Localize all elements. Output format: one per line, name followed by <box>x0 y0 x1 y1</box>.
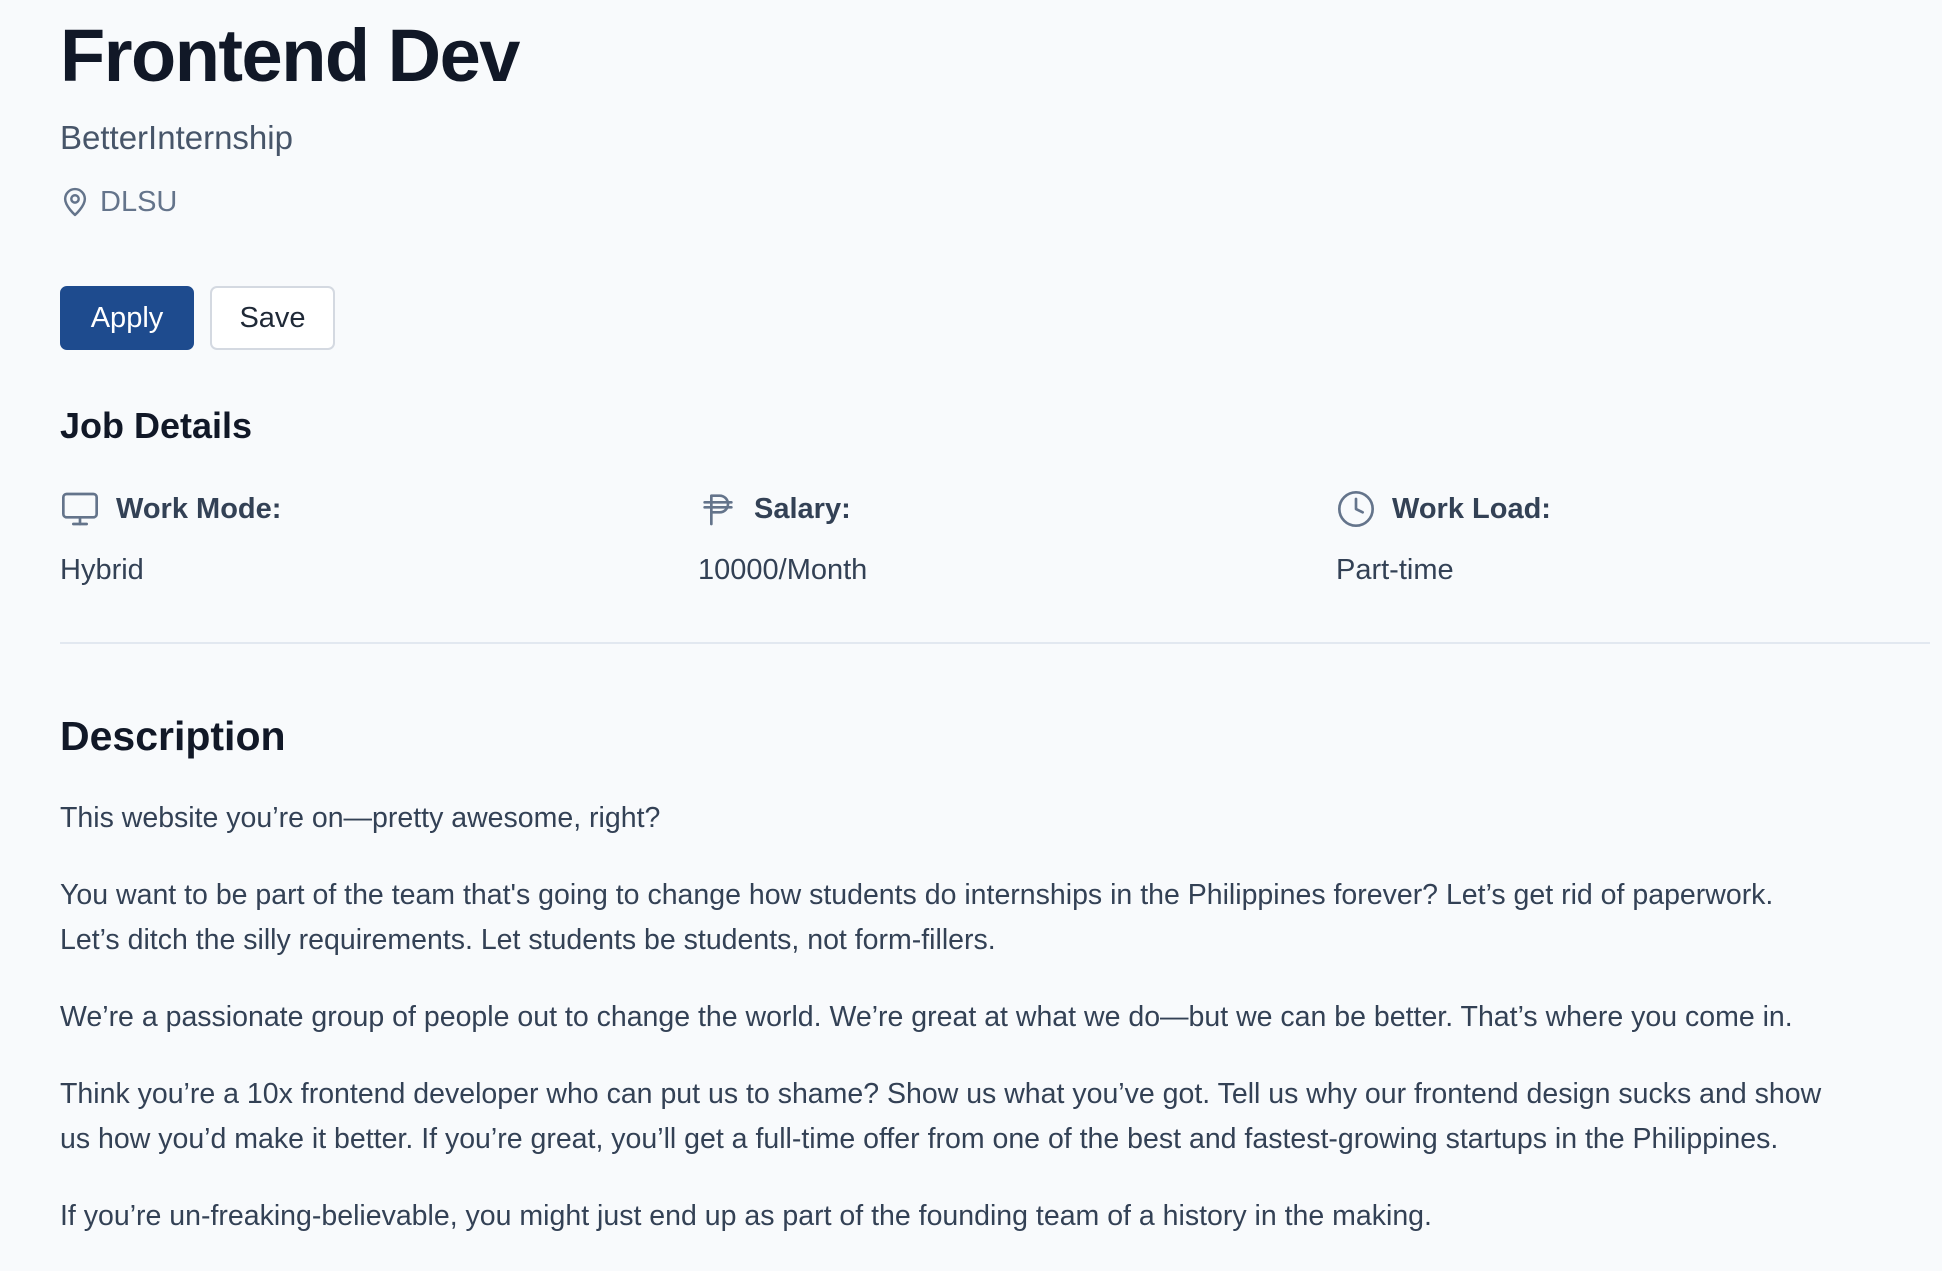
detail-salary: Salary: 10000/Month <box>698 484 1298 587</box>
company-name: BetterInternship <box>60 119 293 156</box>
salary-value: 10000/Month <box>698 554 868 586</box>
peso-icon <box>703 494 733 526</box>
clock-icon <box>1338 491 1374 527</box>
job-title: Frontend Dev <box>60 14 520 97</box>
work-mode-value: Hybrid <box>60 554 144 586</box>
apply-button[interactable]: Apply <box>60 286 194 350</box>
save-button[interactable]: Save <box>210 286 335 350</box>
description-paragraph: Think you’re a 10x frontend developer wh… <box>60 1078 1822 1155</box>
description-heading: Description <box>60 713 286 759</box>
salary-label: Salary: <box>754 492 851 525</box>
job-actions: Apply Save <box>60 286 335 350</box>
detail-work-load: Work Load: Part-time <box>1336 484 1936 586</box>
description-paragraph: You want to be part of the team that's g… <box>60 879 1774 956</box>
detail-work-mode: Work Mode: Hybrid <box>60 484 660 587</box>
monitor-icon <box>62 492 98 526</box>
description-paragraph: This website you’re on—pretty awesome, r… <box>60 802 661 834</box>
description-body: This website you’re on—pretty awesome, r… <box>60 796 1940 1271</box>
job-location: DLSU <box>60 183 177 221</box>
work-load-label: Work Load: <box>1392 492 1551 525</box>
map-pin-icon <box>63 187 87 217</box>
work-load-value: Part-time <box>1336 554 1454 586</box>
job-details: Work Mode: Hybrid Salary: 10000/Month Wo… <box>60 484 1930 604</box>
location-label: DLSU <box>100 185 178 218</box>
description-paragraph: If you’re un-freaking-believable, you mi… <box>60 1200 1432 1232</box>
job-details-heading: Job Details <box>60 405 253 446</box>
description-paragraph: We’re a passionate group of people out t… <box>60 1001 1793 1033</box>
section-divider <box>60 642 1930 644</box>
work-mode-label: Work Mode: <box>116 492 282 525</box>
